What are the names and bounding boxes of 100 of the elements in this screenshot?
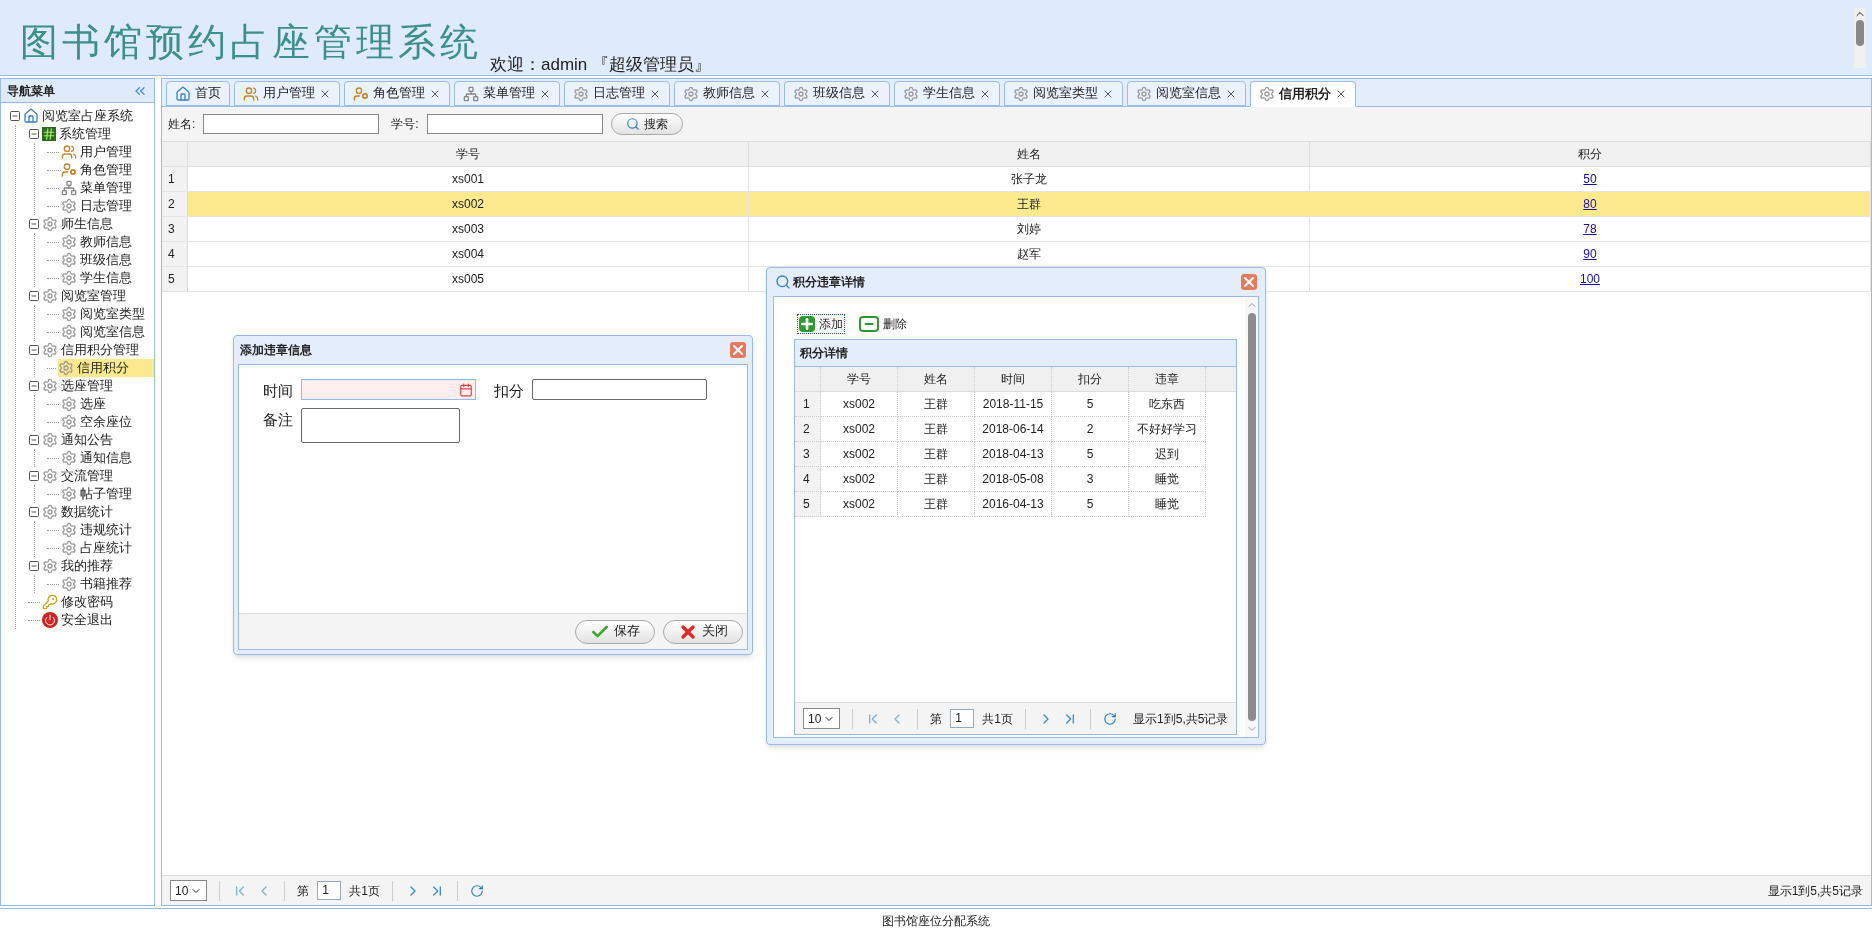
collapse-icon[interactable]	[28, 380, 40, 392]
tab[interactable]: 阅览室信息	[1127, 81, 1246, 106]
score-link[interactable]: 100	[1580, 270, 1600, 288]
table-row[interactable]: 3 xs003 刘婷 78	[162, 217, 1871, 242]
tree-item[interactable]: 学生信息	[61, 268, 140, 288]
tree-item[interactable]: 数据统计	[42, 502, 121, 522]
tree-item[interactable]: 阅览室类型	[61, 304, 153, 324]
page-input[interactable]: 1	[950, 709, 975, 728]
tab[interactable]: 阅览室类型	[1004, 81, 1123, 106]
footer-text: 图书馆座位分配系统	[882, 912, 990, 930]
close-button[interactable]: 关闭	[663, 619, 743, 644]
tree-item[interactable]: 菜单管理	[61, 178, 140, 198]
tab[interactable]: 信用积分	[1250, 81, 1356, 107]
column-header[interactable]: 学号	[188, 142, 749, 166]
tree-item[interactable]: 交流管理	[42, 466, 121, 486]
tree-item[interactable]: 我的推荐	[42, 556, 121, 576]
gear-icon	[683, 85, 699, 102]
tree-item[interactable]: 日志管理	[61, 196, 140, 216]
collapse-icon[interactable]	[28, 218, 40, 230]
tree-item[interactable]: 书籍推荐	[61, 574, 140, 594]
scrollbar[interactable]	[1854, 8, 1866, 68]
score-link[interactable]: 78	[1583, 220, 1597, 238]
tree-item[interactable]: 信用积分	[57, 358, 154, 378]
tree-item[interactable]: 角色管理	[61, 160, 140, 180]
tab[interactable]: 菜单管理	[454, 81, 560, 106]
collapse-icon[interactable]	[28, 470, 40, 482]
tab[interactable]: 教师信息	[674, 81, 780, 106]
column-header[interactable]: 扣分	[1052, 367, 1129, 391]
text-area[interactable]	[301, 408, 460, 443]
tree-item[interactable]: 修改密码	[42, 592, 121, 612]
tree-item[interactable]: 师生信息	[42, 214, 121, 234]
tree-item[interactable]: 用户管理	[61, 142, 140, 162]
column-header[interactable]: 违章	[1129, 367, 1206, 391]
tree-item[interactable]: 通知公告	[42, 430, 121, 450]
close-icon[interactable]	[1335, 88, 1347, 100]
tree-item[interactable]: 通知信息	[61, 448, 140, 468]
tree-item[interactable]: 信用积分管理	[42, 340, 147, 360]
column-header[interactable]: 学号	[821, 367, 898, 391]
tree-item[interactable]: 选座	[61, 394, 114, 414]
collapse-icon[interactable]	[28, 128, 40, 140]
refresh-icon[interactable]	[470, 883, 485, 898]
tree-item[interactable]: 空余座位	[61, 412, 140, 432]
collapse-icon[interactable]	[28, 344, 40, 356]
record-summary: 显示1到5,共5记录	[1133, 710, 1229, 728]
tree-item[interactable]: 系统管理	[42, 124, 119, 144]
column-header[interactable]: 积分	[1310, 142, 1871, 166]
column-header[interactable]: 时间	[975, 367, 1052, 391]
network-icon	[463, 85, 479, 102]
refresh-icon[interactable]	[1103, 711, 1118, 726]
search-field[interactable]	[426, 114, 603, 134]
score-link[interactable]: 50	[1583, 170, 1597, 188]
tab[interactable]: 学生信息	[894, 81, 1000, 106]
page-size-select[interactable]: 10	[803, 708, 841, 729]
input-field[interactable]	[532, 379, 707, 400]
page-input[interactable]: 1	[317, 881, 342, 900]
tree-item[interactable]: 教师信息	[61, 232, 140, 252]
collapse-icon[interactable]	[28, 290, 40, 302]
tree-item[interactable]: 阅览室占座系统	[23, 106, 141, 126]
tree-item[interactable]: 安全退出	[42, 610, 121, 630]
score-link[interactable]: 80	[1583, 195, 1597, 213]
collapse-icon[interactable]	[28, 434, 40, 446]
tree-item-label: 违规统计	[80, 521, 132, 539]
save-button[interactable]: 保存	[575, 619, 655, 644]
table-cell-text: xs002	[843, 471, 875, 488]
tree-item[interactable]: 班级信息	[61, 250, 140, 270]
tab[interactable]: 日志管理	[564, 81, 670, 106]
date-field[interactable]	[301, 379, 476, 400]
tab[interactable]: 用户管理	[234, 81, 340, 106]
tree-item-label: 角色管理	[80, 161, 132, 179]
table-cell-text: 王群	[1017, 196, 1041, 213]
page-size-select[interactable]: 10	[170, 880, 208, 901]
tab[interactable]: 班级信息	[784, 81, 890, 106]
score-link[interactable]: 90	[1583, 245, 1597, 263]
tree-item[interactable]: 占座统计	[61, 538, 140, 558]
gear-icon	[903, 85, 919, 102]
calendar-icon[interactable]	[459, 382, 473, 397]
table-cell-text: 2016-04-13	[982, 496, 1044, 513]
column-header[interactable]: 姓名	[749, 142, 1310, 166]
collapse-icon[interactable]	[28, 560, 40, 572]
tree-item-label: 空余座位	[80, 413, 132, 431]
search-button[interactable]: 搜索	[610, 113, 683, 135]
delete-button[interactable]: 删除	[858, 315, 908, 333]
collapse-icon[interactable]	[9, 110, 21, 122]
add-button[interactable]: 添加	[798, 315, 844, 333]
tree-item-label: 阅览室占座系统	[42, 107, 133, 125]
column-header[interactable]: 姓名	[898, 367, 975, 391]
collapse-icon[interactable]	[28, 506, 40, 518]
home-icon	[23, 108, 39, 124]
tree-item[interactable]: 帖子管理	[61, 484, 140, 504]
tab[interactable]: 首页	[166, 81, 230, 106]
tree-item[interactable]: 选座管理	[42, 376, 121, 396]
tree-item-label: 信用积分	[76, 359, 129, 377]
tree-item[interactable]: 阅览室信息	[61, 322, 153, 342]
tree-item[interactable]: 阅览室管理	[42, 286, 134, 306]
search-field[interactable]	[203, 114, 380, 134]
page-label: 第	[297, 882, 310, 900]
tree-item[interactable]: 违规统计	[61, 520, 140, 540]
table-row[interactable]: 2 xs002 王群 80	[162, 192, 1871, 217]
tab[interactable]: 角色管理	[344, 81, 450, 106]
row-number: 4	[162, 242, 188, 266]
